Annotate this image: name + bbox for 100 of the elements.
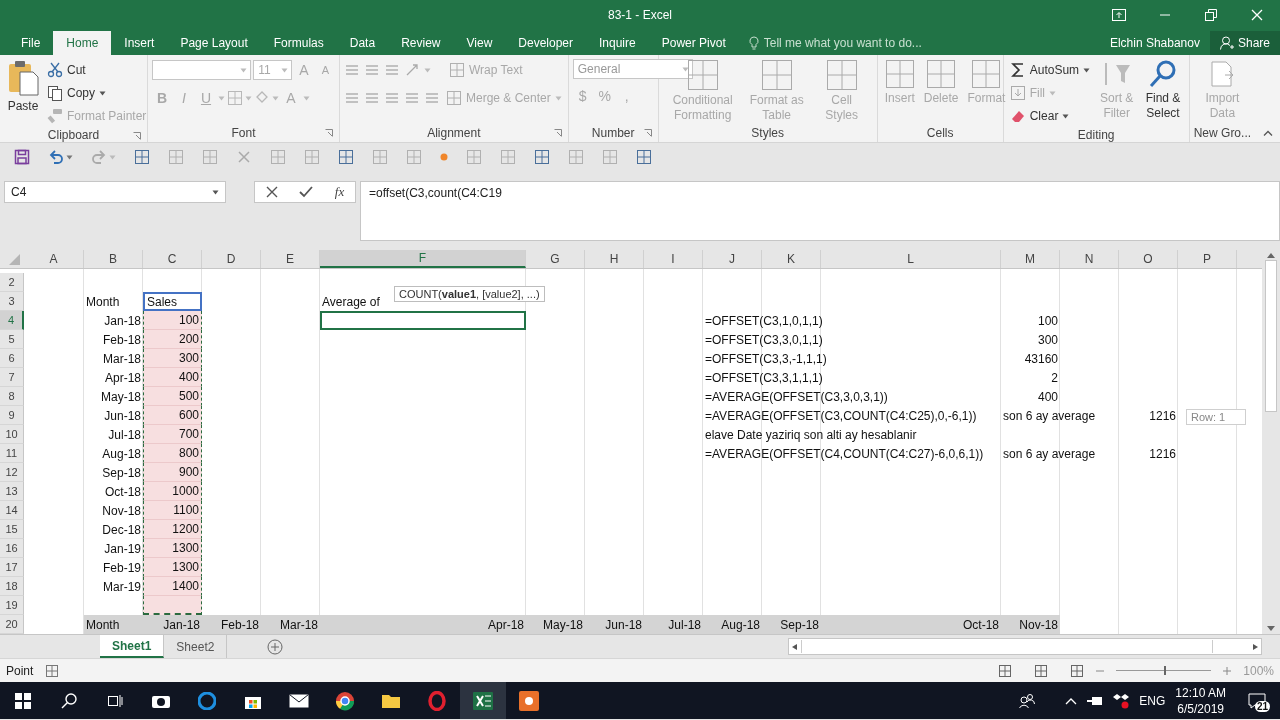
insert-function-button[interactable]: fx [334, 184, 345, 200]
row-header[interactable]: 15 [0, 520, 24, 539]
column-header[interactable]: A [24, 250, 84, 268]
mail-icon[interactable] [289, 693, 309, 708]
caret-icon[interactable] [212, 189, 219, 195]
power-icon[interactable] [1087, 694, 1104, 707]
table-cell[interactable]: 1100 [143, 501, 202, 520]
table-cell[interactable]: 500 [143, 387, 202, 406]
column-header[interactable]: N [1060, 250, 1119, 268]
caret-icon[interactable] [99, 90, 106, 96]
name-box[interactable]: C4 [4, 181, 226, 203]
table-cell[interactable]: May-18 [526, 615, 585, 634]
column-header[interactable]: C [143, 250, 202, 268]
row-header[interactable]: 20 [0, 615, 24, 634]
row-header[interactable]: 18 [0, 577, 24, 596]
row-header[interactable]: 16 [0, 539, 24, 558]
tell-me-field[interactable]: Tell me what you want to do... [748, 31, 922, 55]
column-header[interactable]: J [703, 250, 762, 268]
table-cell[interactable]: Sales [143, 292, 202, 311]
table-icon[interactable] [534, 149, 550, 165]
ribbon-button[interactable]: Paste [4, 59, 42, 127]
folder-icon[interactable] [381, 692, 401, 709]
table-cell[interactable]: 900 [143, 463, 202, 482]
active-cell[interactable] [320, 311, 526, 330]
table-icon[interactable] [636, 149, 652, 165]
caret-up-icon[interactable] [1065, 696, 1078, 705]
windows-icon[interactable] [15, 692, 31, 709]
column-header[interactable]: H [585, 250, 644, 268]
highlighted-cell[interactable] [143, 596, 202, 615]
share-button[interactable]: Share [1209, 31, 1280, 55]
ribbon-tab[interactable]: Data [336, 31, 389, 55]
user-name[interactable]: Elchin Shabanov [1109, 31, 1210, 55]
table-cell[interactable]: Nov-18 [1001, 615, 1060, 634]
dialog-launcher-icon[interactable] [643, 129, 652, 137]
sheet-tab[interactable]: Sheet1 [100, 635, 165, 658]
table-cell[interactable]: Apr-18 [320, 615, 526, 634]
table-cell[interactable]: Mar-18 [261, 615, 320, 634]
table-cell[interactable]: 200 [143, 330, 202, 349]
check-icon[interactable] [299, 186, 314, 198]
caret-icon[interactable] [66, 154, 73, 160]
column-header[interactable]: K [762, 250, 821, 268]
table-icon[interactable] [568, 149, 584, 165]
eraser-icon[interactable] [1009, 108, 1026, 124]
clipboard-icon[interactable] [7, 59, 39, 97]
row-header[interactable]: 4 [0, 311, 24, 330]
task-view-icon[interactable] [107, 692, 123, 709]
ribbon-tab[interactable]: File [8, 31, 54, 55]
clock[interactable]: 12:10 AM 6/5/2019 [1175, 684, 1226, 717]
scroll-thumb[interactable] [1265, 260, 1277, 412]
row-header[interactable]: 12 [0, 463, 24, 482]
align-center-icon[interactable] [364, 91, 380, 105]
row-header[interactable]: 9 [0, 406, 24, 425]
language-indicator[interactable]: ENG [1139, 693, 1166, 708]
increase-indent-icon[interactable] [424, 91, 440, 105]
table-cell[interactable]: Aug-18 [703, 615, 762, 634]
table-cell[interactable]: 300 [143, 349, 202, 368]
restore-icon[interactable] [1205, 9, 1217, 21]
table-icon[interactable] [406, 149, 422, 165]
table-icon[interactable] [602, 149, 618, 165]
column-header[interactable]: F [320, 250, 526, 268]
table-cell[interactable]: 700 [143, 425, 202, 444]
sigma-icon[interactable] [1009, 62, 1026, 78]
row-header[interactable]: 3 [0, 292, 24, 311]
row-header[interactable]: 7 [0, 368, 24, 387]
table-icon[interactable] [202, 149, 218, 165]
ribbon-tab[interactable]: Home [53, 31, 112, 55]
table-icon[interactable] [466, 149, 482, 165]
ribbon-button[interactable]: Clear [1007, 105, 1093, 127]
row-header[interactable]: 6 [0, 349, 24, 368]
ring-icon[interactable] [428, 690, 446, 711]
table-cell[interactable]: Sep-18 [762, 615, 821, 634]
table-cell[interactable]: 400 [143, 368, 202, 387]
row-header[interactable]: 19 [0, 596, 24, 615]
align-top-icon[interactable] [344, 63, 360, 77]
ribbon-tab[interactable]: Insert [111, 31, 168, 55]
ribbon-tab[interactable]: View [453, 31, 506, 55]
font-name-field[interactable] [152, 60, 252, 80]
table-cell[interactable]: 1400 [143, 577, 202, 596]
column-header[interactable]: M [1001, 250, 1060, 268]
align-left-icon[interactable] [344, 91, 360, 105]
zoom-in-icon[interactable] [1223, 666, 1232, 675]
search-icon[interactable] [61, 692, 77, 709]
ribbon-tab[interactable]: Formulas [260, 31, 337, 55]
column-header[interactable]: I [644, 250, 703, 268]
decrease-indent-icon[interactable] [404, 91, 420, 105]
table-icon[interactable] [338, 149, 354, 165]
row-header[interactable]: 13 [0, 482, 24, 501]
table-cell[interactable]: 100 [143, 311, 202, 330]
row-header[interactable]: 2 [0, 273, 24, 292]
ribbon-button[interactable]: Cut [45, 59, 149, 81]
caret-icon[interactable] [1062, 113, 1070, 119]
close-icon[interactable] [1251, 9, 1263, 21]
row-header[interactable]: 14 [0, 501, 24, 520]
dot-icon[interactable] [440, 153, 448, 161]
row-header[interactable]: 8 [0, 387, 24, 406]
table-cell[interactable]: 800 [143, 444, 202, 463]
table-cell[interactable]: 1300 [143, 558, 202, 577]
table-cell[interactable]: Jul-18 [644, 615, 703, 634]
row-header[interactable]: 10 [0, 425, 24, 444]
column-header[interactable]: L [821, 250, 1001, 268]
